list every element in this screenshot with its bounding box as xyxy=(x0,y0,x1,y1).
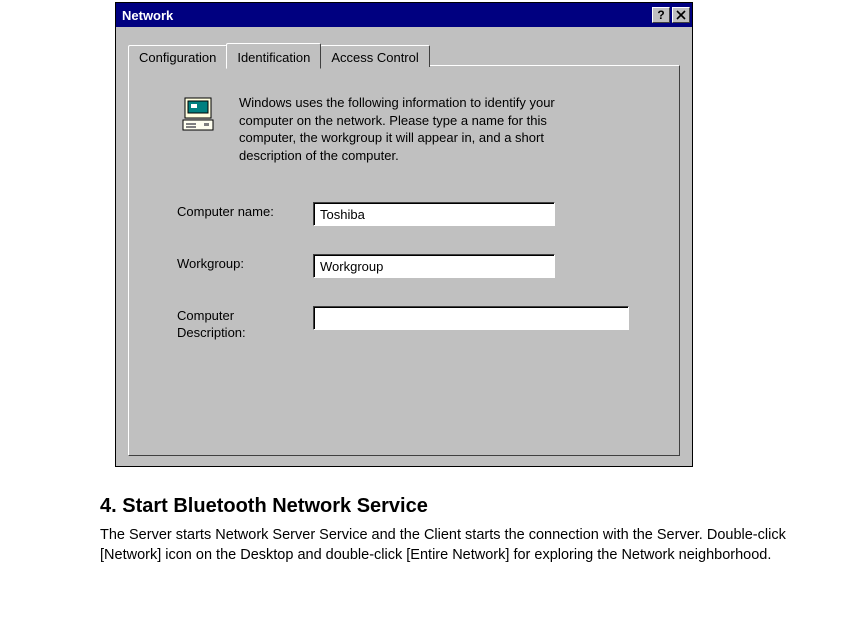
tab-label: Access Control xyxy=(331,50,418,65)
tab-label: Configuration xyxy=(139,50,216,65)
dialog-container: Network ? Configuration Identification xyxy=(0,0,843,467)
network-dialog: Network ? Configuration Identification xyxy=(115,2,693,467)
computer-icon xyxy=(179,96,219,139)
field-computer-name: Computer name: xyxy=(149,202,659,226)
computer-name-label: Computer name: xyxy=(177,202,313,219)
tab-access-control[interactable]: Access Control xyxy=(320,45,429,67)
tab-label: Identification xyxy=(237,50,310,65)
section-heading: 4. Start Bluetooth Network Service xyxy=(100,495,829,518)
description-label: ComputerDescription: xyxy=(177,306,313,342)
workgroup-input[interactable] xyxy=(313,254,555,278)
description-label-text: ComputerDescription: xyxy=(177,308,246,340)
computer-name-input[interactable] xyxy=(313,202,555,226)
workgroup-label: Workgroup: xyxy=(177,254,313,271)
section-paragraph: The Server starts Network Server Service… xyxy=(100,526,820,565)
tab-identification[interactable]: Identification xyxy=(226,43,321,69)
window-title: Network xyxy=(122,8,650,23)
tab-strip: Configuration Identification Access Cont… xyxy=(128,41,429,67)
close-icon xyxy=(676,10,686,20)
field-workgroup: Workgroup: xyxy=(149,254,659,278)
intro-text: Windows uses the following information t… xyxy=(239,94,559,164)
help-button[interactable]: ? xyxy=(652,7,670,23)
close-button[interactable] xyxy=(672,7,690,23)
field-description: ComputerDescription: xyxy=(149,306,659,342)
tab-configuration[interactable]: Configuration xyxy=(128,45,227,67)
titlebar: Network ? xyxy=(116,3,692,27)
intro-row: Windows uses the following information t… xyxy=(149,94,659,164)
help-icon: ? xyxy=(657,9,664,21)
tab-panel: Windows uses the following information t… xyxy=(128,65,680,456)
document-section: 4. Start Bluetooth Network Service The S… xyxy=(0,467,843,565)
description-input[interactable] xyxy=(313,306,629,330)
